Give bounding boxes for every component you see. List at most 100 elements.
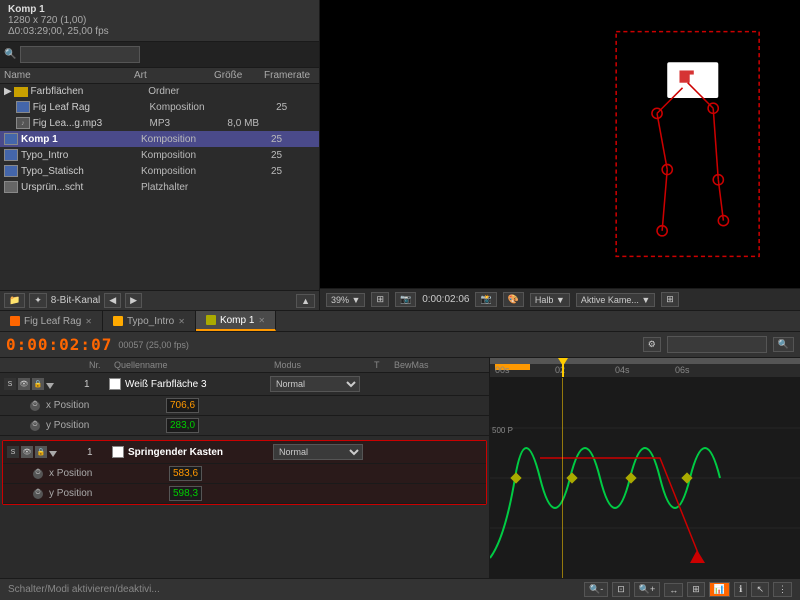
bit-channel-btn2[interactable]: ▶ xyxy=(125,293,142,308)
file-frame: 25 xyxy=(271,150,311,161)
file-art: Ordner xyxy=(148,86,226,97)
prop-row-y-spring: ⏱ y Position 598,3 xyxy=(3,484,486,504)
list-item[interactable]: Typo_Intro Komposition 25 xyxy=(0,147,319,163)
graph-content: 500 P xyxy=(490,378,800,578)
snap-btn[interactable]: ⊞ xyxy=(687,582,705,597)
active-camera-label: Aktive Kame... xyxy=(581,295,639,305)
new-comp-button[interactable]: 📁 xyxy=(4,293,25,308)
file-name: Typo_Intro xyxy=(21,150,141,161)
timeline-icons-btn[interactable]: ⚙ xyxy=(643,337,661,352)
tab-close-icon[interactable]: ✕ xyxy=(258,316,265,325)
zoom-out-btn[interactable]: 🔍- xyxy=(584,582,608,597)
grid-btn[interactable]: ⊞ xyxy=(661,292,679,307)
preview-panel: 39% ▼ ⊞ 📷 0:00:02:06 📸 🎨 Halb ▼ Aktive K… xyxy=(320,0,800,310)
zoom-dropdown-btn[interactable]: 39% ▼ xyxy=(326,293,365,307)
ruler-mark-04s: 04s xyxy=(615,365,630,375)
layer-modus-select-spring[interactable]: Normal xyxy=(273,444,363,460)
comp-icon xyxy=(4,165,18,177)
timeline-search-input[interactable] xyxy=(667,336,767,353)
file-list[interactable]: ▶ Farbflächen Ordner Fig Leaf Rag Kompos… xyxy=(0,84,319,290)
timeline-section: 0:00:02:07 00057 (25,00 fps) ⚙ 🔍 Nr. Que… xyxy=(0,332,800,600)
preview-controls: 39% ▼ ⊞ 📷 0:00:02:06 📸 🎨 Halb ▼ Aktive K… xyxy=(320,288,800,310)
tab-komp1[interactable]: Komp 1 ✕ xyxy=(196,311,276,331)
tab-close-icon[interactable]: ✕ xyxy=(178,317,185,326)
file-art: Komposition xyxy=(141,166,221,177)
zoom-fit-btn[interactable]: ⊡ xyxy=(612,582,630,597)
layer-name-spring: Springender Kasten xyxy=(128,447,273,458)
app-container: Komp 1 1280 x 720 (1,00) Δ0:03:29;00, 25… xyxy=(0,0,800,600)
project-info: Komp 1 1280 x 720 (1,00) Δ0:03:29;00, 25… xyxy=(0,0,319,42)
comp-icon xyxy=(4,149,18,161)
layer-name-col-header: Quellenname xyxy=(114,360,274,370)
file-name: Ursprün...scht xyxy=(21,182,141,193)
quality-dropdown[interactable]: Halb ▼ xyxy=(530,293,570,307)
tab-typo-intro[interactable]: Typo_Intro ✕ xyxy=(103,311,196,331)
layer-row[interactable]: S 👁 🔒 1 Springender Kasten Normal xyxy=(3,441,486,464)
col-art-header: Art xyxy=(134,70,214,81)
bit-channel-label: 8-Bit-Kanal xyxy=(51,295,100,306)
preview-svg xyxy=(320,0,800,288)
layer-expand-btn[interactable] xyxy=(46,377,54,392)
timeline-search-btn[interactable]: 🔍 xyxy=(773,337,794,352)
color-btn[interactable]: 🎨 xyxy=(503,292,524,307)
layer-solo-btn[interactable]: S xyxy=(4,378,16,390)
graph-btn[interactable]: 📊 xyxy=(709,582,730,597)
list-item[interactable]: Typo_Statisch Komposition 25 xyxy=(0,163,319,179)
layer-row[interactable]: S 👁 🔒 1 Weiß Farbfläche 3 Normal xyxy=(0,373,489,396)
tab-fig-leaf[interactable]: Fig Leaf Rag ✕ xyxy=(0,311,103,331)
prop-value-xs[interactable]: 583,6 xyxy=(169,466,202,481)
navigate-btn[interactable]: ↔ xyxy=(664,583,683,597)
project-search-input[interactable] xyxy=(20,46,140,63)
list-item[interactable]: Komp 1 Komposition 25 xyxy=(0,131,319,147)
layer-icons: S 👁 🔒 xyxy=(4,377,84,392)
layer-controls-col-header xyxy=(4,360,89,370)
snapshot-btn[interactable]: 📸 xyxy=(475,292,496,307)
list-item[interactable]: Fig Leaf Rag Komposition 25 xyxy=(0,99,319,115)
scroll-up-button[interactable]: ▲ xyxy=(296,294,315,308)
more-btn[interactable]: ⋮ xyxy=(773,582,792,597)
layer-visible-btn[interactable]: 👁 xyxy=(21,446,33,458)
layer-t-col-header: T xyxy=(374,360,394,370)
prop-row-x-spring: ⏱ x Position 583,6 xyxy=(3,464,486,484)
project-panel: Komp 1 1280 x 720 (1,00) Δ0:03:29;00, 25… xyxy=(0,0,320,310)
list-item[interactable]: ▶ Farbflächen Ordner xyxy=(0,84,319,99)
prop-value-ys[interactable]: 598,3 xyxy=(169,486,202,501)
tabs-bar: Fig Leaf Rag ✕ Typo_Intro ✕ Komp 1 ✕ xyxy=(0,310,800,332)
new-folder-button[interactable]: ✦ xyxy=(29,293,47,308)
layer-solo-btn[interactable]: S xyxy=(7,446,19,458)
tab-label: Typo_Intro xyxy=(127,316,174,327)
layer-modus-select[interactable]: Normal xyxy=(270,376,360,392)
list-item[interactable]: ♪ Fig Lea...g.mp3 MP3 8,0 MB xyxy=(0,115,319,131)
info-btn[interactable]: ℹ xyxy=(734,582,747,597)
layer-visible-btn[interactable]: 👁 xyxy=(18,378,30,390)
prop-value-y[interactable]: 283,0 xyxy=(166,418,199,433)
prop-value-x[interactable]: 706,6 xyxy=(166,398,199,413)
file-art: Komposition xyxy=(141,150,221,161)
prop-name-ys: y Position xyxy=(49,488,169,499)
list-item[interactable]: Ursprün...scht Platzhalter xyxy=(0,179,319,195)
layer-lock-btn[interactable]: 🔒 xyxy=(35,446,47,458)
bit-channel-btn[interactable]: ◀ xyxy=(104,293,121,308)
layer-lock-btn[interactable]: 🔒 xyxy=(32,378,44,390)
zoom-in-btn[interactable]: 🔍+ xyxy=(634,582,660,597)
layer-expand-btn2[interactable] xyxy=(49,445,57,460)
tab-close-icon[interactable]: ✕ xyxy=(85,317,92,326)
comp-icon xyxy=(16,101,30,113)
playhead[interactable] xyxy=(562,358,564,377)
top-section: Komp 1 1280 x 720 (1,00) Δ0:03:29;00, 25… xyxy=(0,0,800,310)
expand-icon: ▶ xyxy=(4,86,14,97)
layer-icons: S 👁 🔒 xyxy=(7,445,87,460)
file-name: Fig Lea...g.mp3 xyxy=(33,118,150,129)
zoom-label: 39% xyxy=(331,295,349,305)
active-camera-btn[interactable]: Aktive Kame... ▼ xyxy=(576,293,655,307)
fit-btn[interactable]: ⊞ xyxy=(371,292,389,307)
comp-icon xyxy=(4,133,18,145)
layer-nr-col-header: Nr. xyxy=(89,360,114,370)
project-info-line1: Komp 1 xyxy=(8,4,311,15)
camera-btn[interactable]: 📷 xyxy=(395,292,416,307)
prop-row-y: ⏱ y Position 283,0 xyxy=(0,416,489,436)
fps-display: 00057 (25,00 fps) xyxy=(118,340,189,350)
tab-comp-icon xyxy=(206,315,216,325)
cursor-btn[interactable]: ↖ xyxy=(751,582,769,597)
layer-panel: Nr. Quellenname Modus T BewMas S 👁 🔒 xyxy=(0,358,490,578)
